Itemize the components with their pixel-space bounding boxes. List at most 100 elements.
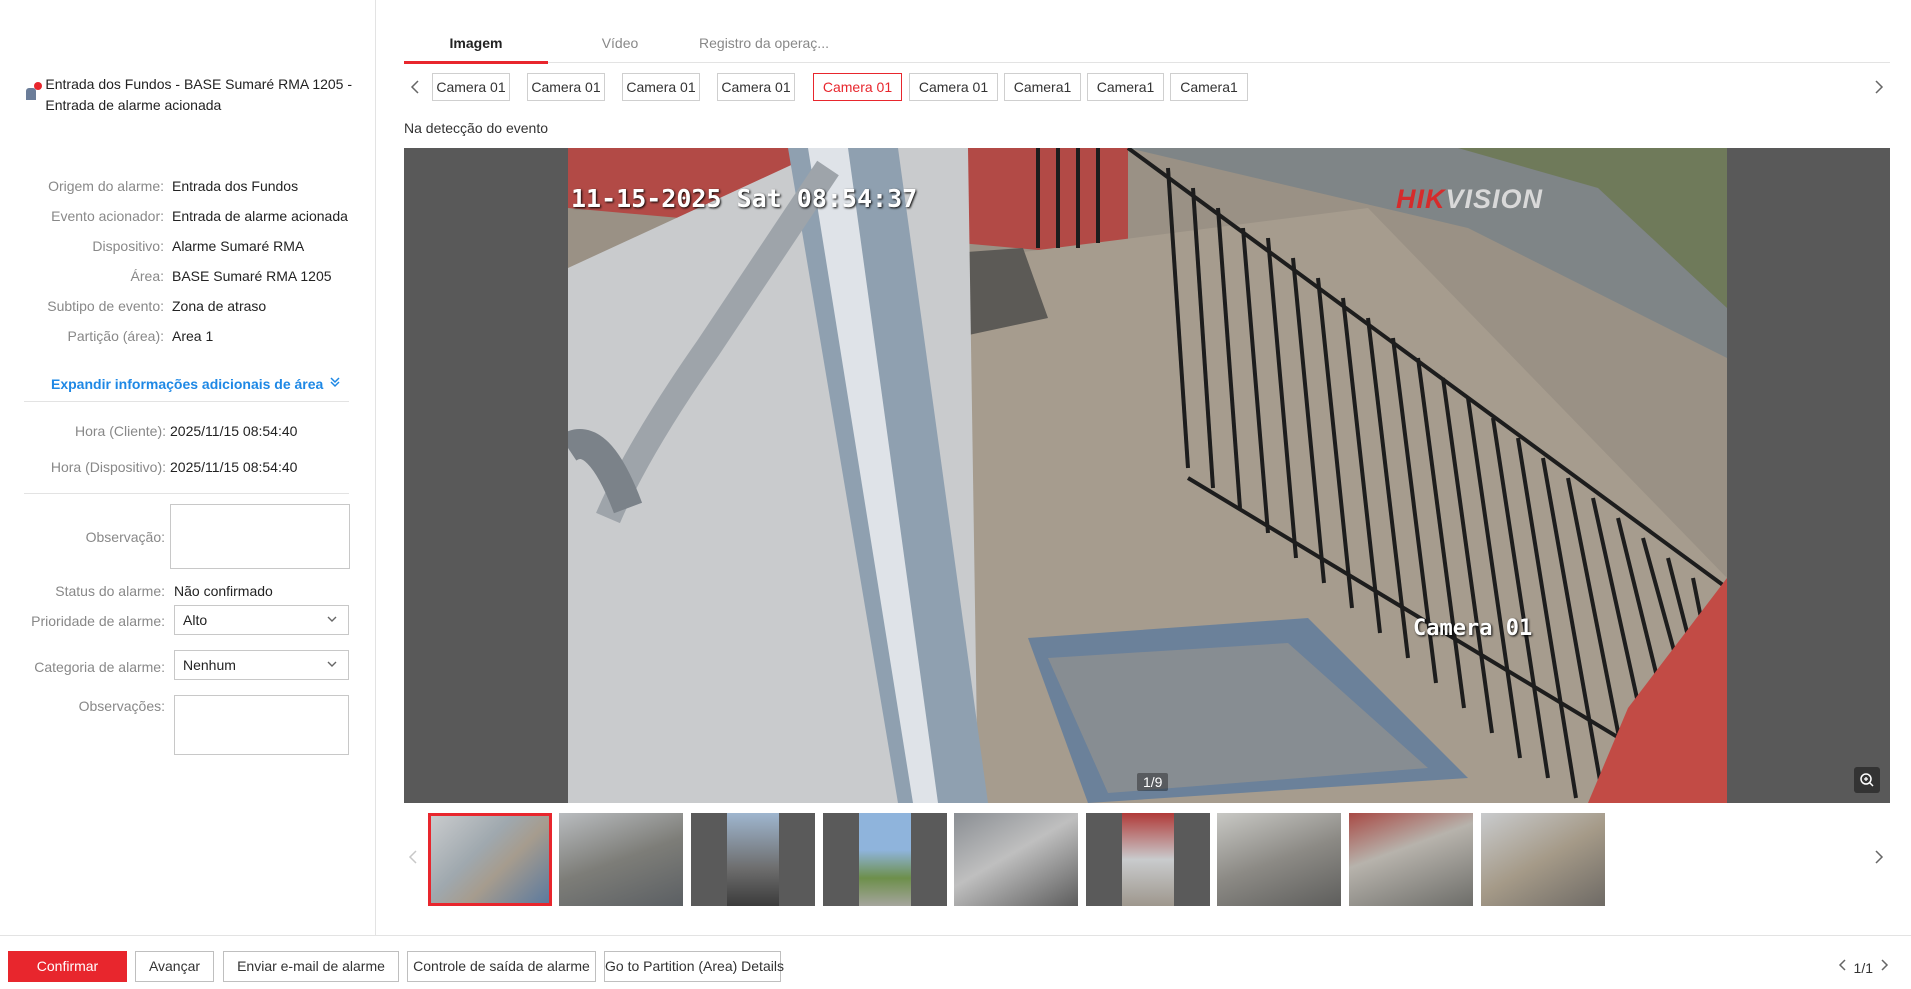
client-time-label: Hora (Cliente): (74, 423, 166, 439)
media-tabs: Imagem Vídeo Registro da operaç... (404, 30, 1890, 64)
detail-label: Partição (área): (67, 328, 164, 344)
image-counter: 1/9 (1137, 773, 1169, 791)
camera-tab[interactable]: Camera 01 (527, 73, 605, 101)
zoom-in-icon (1860, 773, 1874, 787)
detail-label: Subtipo de evento: (47, 298, 164, 314)
category-select[interactable]: Nenhum (174, 650, 349, 680)
thumbnail-image (431, 816, 549, 903)
detail-value: BASE Sumaré RMA 1205 (172, 268, 332, 284)
priority-label: Prioridade de alarme: (31, 613, 165, 629)
thumbnail[interactable] (1481, 813, 1605, 906)
detail-label: Área: (130, 268, 164, 284)
detail-row-origin: Origem do alarme: Entrada dos Fundos (0, 175, 375, 197)
divider (24, 401, 349, 402)
detail-row-area: Área: BASE Sumaré RMA 1205 (0, 265, 375, 287)
pager-prev-button[interactable] (1838, 957, 1848, 978)
detail-row-trigger: Evento acionador: Entrada de alarme acio… (0, 205, 375, 227)
chevron-left-icon (1838, 959, 1846, 971)
action-bar: Confirmar Avançar Enviar e-mail de alarm… (0, 935, 1911, 989)
alarm-detail-panel: Entrada dos Fundos - BASE Sumaré RMA 120… (0, 0, 376, 935)
divider (24, 493, 349, 494)
category-selected-value: Nenhum (183, 657, 236, 673)
camera-tab[interactable]: Camera 01 (432, 73, 510, 101)
camera-name-overlay: Camera 01 (1413, 616, 1533, 641)
brand-vision: VISION (1445, 184, 1543, 214)
thumbnail[interactable] (954, 813, 1078, 906)
camera-tab[interactable]: Camera 01 (622, 73, 700, 101)
thumbnail-image (1217, 813, 1341, 906)
partition-details-button[interactable]: Go to Partition (Area) Details (604, 951, 784, 982)
priority-selected-value: Alto (183, 612, 208, 628)
camera-next-button[interactable] (1872, 72, 1886, 111)
camera-tab[interactable]: Camera 01 (909, 73, 998, 101)
client-time-row: Hora (Cliente): 2025/11/15 08:54:40 (0, 420, 375, 442)
thumbnail-image (1349, 813, 1473, 906)
thumbnail-image (727, 813, 779, 906)
category-label: Categoria de alarme: (34, 659, 165, 675)
chevron-right-icon (1875, 850, 1884, 864)
send-email-button[interactable]: Enviar e-mail de alarme (223, 951, 399, 982)
client-time-value: 2025/11/15 08:54:40 (170, 423, 298, 439)
camera-tab[interactable]: Camera1 (1087, 73, 1164, 101)
snapshot-scene (568, 148, 1727, 803)
alarm-output-button[interactable]: Controle de saída de alarme (407, 951, 596, 982)
thumbnail-image (1481, 813, 1605, 906)
thumbnail-prev-button[interactable] (406, 842, 420, 881)
remarks-label: Observações: (78, 698, 165, 714)
thumbnail-image (954, 813, 1078, 906)
pager-next-button[interactable] (1879, 957, 1889, 978)
chevron-down-icon (326, 606, 338, 644)
detail-value: Alarme Sumaré RMA (172, 238, 305, 254)
zoom-button[interactable] (1854, 767, 1880, 793)
thumbnail[interactable] (1217, 813, 1341, 906)
chevron-down-icon (326, 651, 338, 689)
detail-row-partition: Partição (área): Area 1 (0, 325, 375, 347)
camera-tab[interactable]: Camera1 (1004, 73, 1081, 101)
thumbnail[interactable] (1086, 813, 1210, 906)
camera-tab[interactable]: Camera1 (1170, 73, 1248, 101)
alarm-title: Entrada dos Fundos - BASE Sumaré RMA 120… (45, 76, 353, 113)
detail-row-subtype: Subtipo de evento: Zona de atraso (0, 295, 375, 317)
snapshot-image[interactable]: 11-15-2025 Sat 08:54:37 HIKVISION Camera… (568, 148, 1727, 803)
thumbnail-strip (404, 812, 1890, 908)
thumbnail[interactable] (559, 813, 683, 906)
camera-prev-button[interactable] (408, 72, 422, 111)
brand-watermark: HIKVISION (1396, 184, 1543, 215)
alarm-status-row: Status do alarme: Não confirmado (0, 580, 375, 602)
next-button[interactable]: Avançar (135, 951, 214, 982)
alarm-status-value: Não confirmado (174, 583, 273, 599)
observation-textarea[interactable] (170, 504, 350, 569)
double-chevron-down-icon (329, 373, 341, 395)
tab-image[interactable]: Imagem (404, 30, 548, 64)
thumbnail-image (859, 813, 911, 906)
detail-value: Entrada de alarme acionada (172, 208, 348, 224)
camera-tab[interactable]: Camera 01 (717, 73, 795, 101)
camera-tab-strip: Camera 01 Camera 01 Camera 01 Camera 01 … (404, 72, 1890, 104)
tab-video[interactable]: Vídeo (548, 30, 692, 61)
device-time-value: 2025/11/15 08:54:40 (170, 459, 298, 475)
chevron-right-icon (1881, 959, 1889, 971)
thumbnail-next-button[interactable] (1872, 842, 1886, 881)
detail-value: Area 1 (172, 328, 214, 344)
expand-area-info-link[interactable]: Expandir informações adicionais de área (51, 373, 341, 395)
detail-value: Zona de atraso (172, 298, 267, 314)
confirm-button[interactable]: Confirmar (8, 951, 127, 982)
expand-area-info-label: Expandir informações adicionais de área (51, 376, 324, 392)
remarks-textarea[interactable] (174, 695, 349, 755)
device-time-label: Hora (Dispositivo): (50, 459, 166, 475)
thumbnail[interactable] (1349, 813, 1473, 906)
alarm-icon (24, 82, 42, 102)
thumbnail[interactable] (428, 813, 552, 906)
event-caption: Na detecção do evento (404, 120, 548, 136)
detail-label: Evento acionador: (51, 208, 164, 224)
chevron-left-icon (408, 850, 417, 864)
pager-text: 1/1 (1853, 959, 1873, 976)
thumbnail[interactable] (823, 813, 947, 906)
alarm-header: Entrada dos Fundos - BASE Sumaré RMA 120… (24, 74, 354, 116)
tab-operation-log[interactable]: Registro da operaç... (692, 30, 836, 61)
brand-hik: HIK (1395, 184, 1446, 214)
priority-select[interactable]: Alto (174, 605, 349, 635)
pager: 1/1 (1832, 957, 1895, 978)
camera-tab-active[interactable]: Camera 01 (813, 73, 902, 101)
thumbnail[interactable] (691, 813, 815, 906)
